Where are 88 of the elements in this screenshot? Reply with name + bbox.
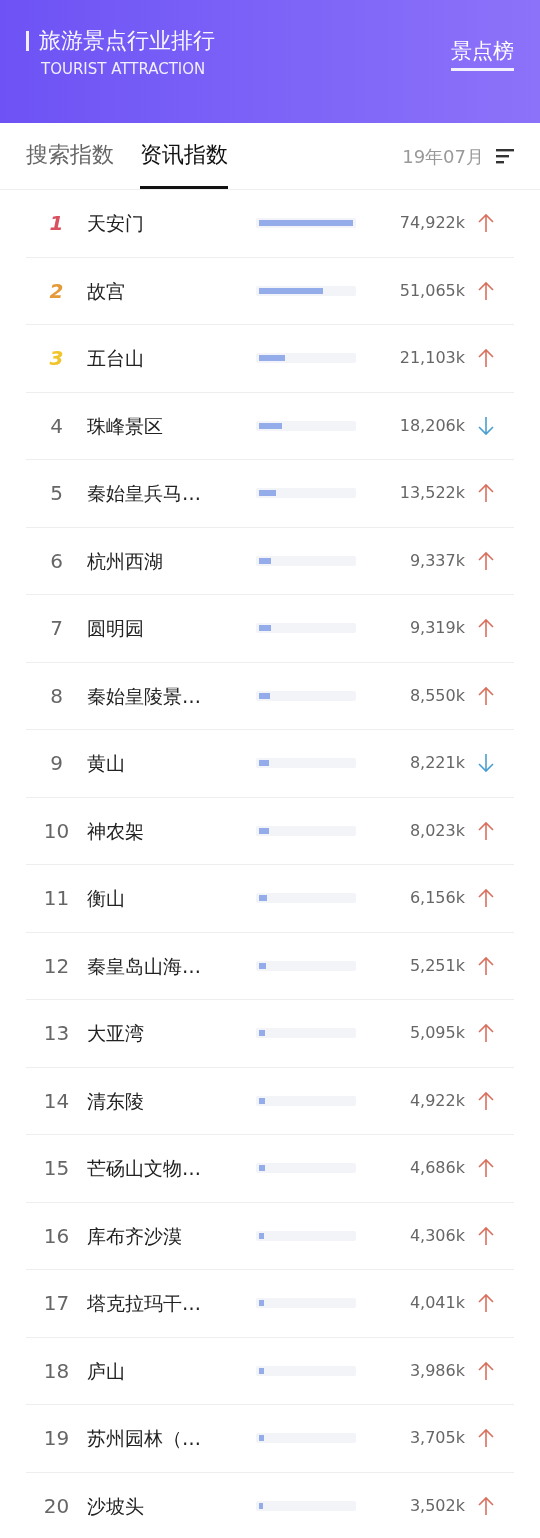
attraction-name: 故宫 [87,278,126,304]
ranking-row[interactable]: 2 故宫 51,065k [26,257,514,325]
rank-number: 19 [42,1425,71,1453]
index-value: 6,156k [408,887,465,910]
index-value: 8,221k [408,752,465,775]
period-label: 19年07月 [402,144,484,169]
rank-number: 7 [49,615,64,643]
index-value: 8,023k [408,819,465,842]
ranking-row[interactable]: 6 杭州西湖 9,337k [26,527,514,595]
index-value: 21,103k [398,347,465,370]
rank-number: 14 [42,1087,71,1115]
index-value: 51,065k [398,279,465,302]
tab[interactable]: 搜索指数 [26,123,114,189]
attraction-name: 秦始皇兵马… [87,481,202,506]
attraction-name: 黄山 [87,751,126,776]
ranking-link[interactable]: 景点榜 [451,36,514,71]
attraction-name: 清东陵 [87,1088,145,1114]
ranking-row[interactable]: 11 衡山 6,156k [26,865,514,933]
ranking-row[interactable]: 15 芒砀山文物… 4,686k [26,1135,514,1203]
rank-number: 15 [42,1155,71,1183]
attraction-name: 库布齐沙漠 [87,1223,183,1249]
index-value: 3,986k [408,1359,465,1382]
index-value: 4,041k [408,1292,465,1315]
rank-number: 10 [42,817,71,845]
index-value: 18,206k [398,414,465,437]
ranking-row[interactable]: 19 苏州园林（… 3,705k [26,1405,514,1473]
rank-number: 6 [49,547,64,575]
rank-number: 4 [49,412,64,440]
ranking-row[interactable]: 12 秦皇岛山海… 5,251k [26,932,514,1000]
index-value: 8,550k [408,684,465,707]
index-value: 4,922k [408,1089,465,1112]
tab[interactable]: 资讯指数 [140,123,228,189]
rank-number: 1 [48,210,65,238]
ranking-row[interactable]: 18 庐山 3,986k [26,1337,514,1405]
index-value: 9,319k [408,617,465,640]
rank-number: 12 [42,952,71,980]
index-value: 9,337k [408,549,465,572]
attraction-name: 塔克拉玛干… [87,1291,202,1316]
attraction-name: 大亚湾 [87,1021,145,1046]
rank-number: 3 [48,345,65,373]
rank-number: 8 [49,682,64,710]
index-value: 74,922k [398,212,465,235]
attraction-name: 衡山 [87,886,126,911]
rank-number: 20 [42,1492,71,1520]
header-subtitle: TOURIST ATTRACTION [41,59,207,80]
rank-number: 16 [42,1222,71,1250]
ranking-row[interactable]: 17 塔克拉玛干… 4,041k [26,1270,514,1338]
ranking-row[interactable]: 20 沙坡头 3,502k [26,1472,514,1538]
index-value: 5,095k [408,1022,465,1045]
attraction-name: 沙坡头 [87,1493,145,1519]
attraction-name: 杭州西湖 [87,548,164,574]
sort-icon[interactable] [496,148,514,164]
ranking-row[interactable]: 7 圆明园 9,319k [26,595,514,663]
index-value: 5,251k [408,954,465,977]
ranking-row[interactable]: 14 清东陵 4,922k [26,1067,514,1135]
rank-number: 11 [42,885,71,913]
attraction-name: 天安门 [87,211,145,236]
ranking-row[interactable]: 9 黄山 8,221k [26,730,514,798]
rank-number: 13 [42,1020,71,1048]
ranking-row[interactable]: 5 秦始皇兵马… 13,522k [26,460,514,528]
index-value: 4,306k [408,1224,465,1247]
ranking-row[interactable]: 4 珠峰景区 18,206k [26,392,514,460]
rank-number: 5 [49,480,64,508]
rank-number: 17 [42,1290,71,1318]
ranking-row[interactable]: 10 神农架 8,023k [26,797,514,865]
ranking-row[interactable]: 1 天安门 74,922k [26,190,514,258]
ranking-row[interactable]: 16 库布齐沙漠 4,306k [26,1202,514,1270]
rank-number: 2 [48,277,65,305]
index-value: 3,502k [408,1494,465,1517]
attraction-name: 神农架 [87,818,145,844]
attraction-name: 圆明园 [87,616,145,641]
index-value: 3,705k [408,1427,465,1450]
attraction-name: 芒砀山文物… [87,1156,202,1181]
ranking-row[interactable]: 3 五台山 21,103k [26,325,514,393]
rank-number: 9 [49,750,64,778]
accent-bar-icon [26,31,29,51]
attraction-name: 庐山 [87,1358,126,1384]
attraction-name: 秦始皇陵景… [87,683,202,709]
attraction-name: 珠峰景区 [87,413,164,439]
header-title: 旅游景点行业排行 [39,27,215,55]
attraction-name: 苏州园林（… [87,1426,202,1451]
ranking-row[interactable]: 13 大亚湾 5,095k [26,1000,514,1068]
index-value: 4,686k [408,1157,465,1180]
attraction-name: 五台山 [87,346,145,371]
attraction-name: 秦皇岛山海… [87,953,202,979]
ranking-row[interactable]: 8 秦始皇陵景… 8,550k [26,662,514,730]
index-value: 13,522k [398,482,465,505]
rank-number: 18 [42,1357,71,1385]
